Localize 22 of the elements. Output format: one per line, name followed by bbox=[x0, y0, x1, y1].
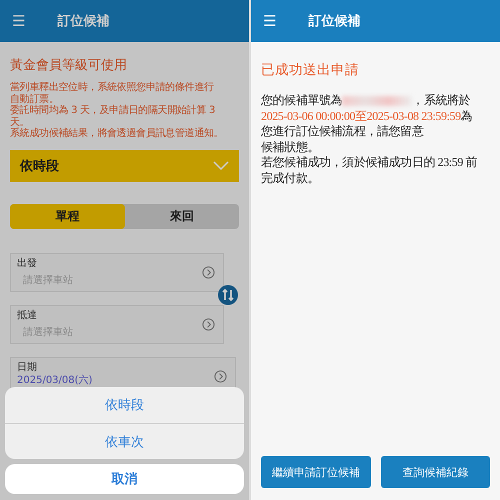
mode-dropdown[interactable]: 依時段 bbox=[10, 150, 239, 182]
chevron-right-icon bbox=[202, 266, 215, 278]
chevron-right-icon bbox=[214, 370, 227, 382]
sheet-option[interactable]: 依車次 bbox=[5, 423, 244, 459]
menu-icon[interactable]: ☰ bbox=[263, 12, 276, 30]
notice-text: 當列車釋出空位時，系統依照您申請的條件進行 自動訂票。 委託時間均為 3 天，及申請日的隔天開始計算 3 天。 系統成功候補結果，將會透過會員訊息管道通知。 bbox=[10, 82, 224, 140]
notice-title: 黃金會員等級可使用 bbox=[10, 57, 128, 74]
station-field[interactable]: 抵達 請選擇車站 bbox=[10, 304, 224, 344]
action-button[interactable]: 查詢候補紀錄 bbox=[380, 456, 490, 488]
menu-icon[interactable]: ☰ bbox=[12, 12, 26, 30]
message-text: 您的候補單號為 ，系統將於 2025-03-06 00:00:00至2025-03-08 23:59:59為 您進行訂位候補流程，請您留意 候補狀態。 若您候補成功，須於候補成功日的 23:59 前 完成付款。 bbox=[261, 93, 478, 186]
chevron-right-icon bbox=[202, 318, 215, 330]
trip-tab[interactable]: 來回 bbox=[124, 204, 239, 228]
header-title: 訂位候補 bbox=[308, 12, 360, 30]
header-title: 訂位候補 bbox=[57, 12, 110, 30]
chevron-down-icon bbox=[213, 161, 229, 170]
trip-tab[interactable]: 單程 bbox=[10, 204, 124, 228]
station-field[interactable]: 出發 請選擇車站 bbox=[10, 252, 224, 292]
swap-icon[interactable] bbox=[218, 283, 238, 307]
action-button[interactable]: 繼續申請訂位候補 bbox=[261, 456, 370, 488]
cancel-button[interactable]: 取消 bbox=[5, 464, 244, 494]
success-title: 已成功送出申請 bbox=[261, 61, 360, 79]
